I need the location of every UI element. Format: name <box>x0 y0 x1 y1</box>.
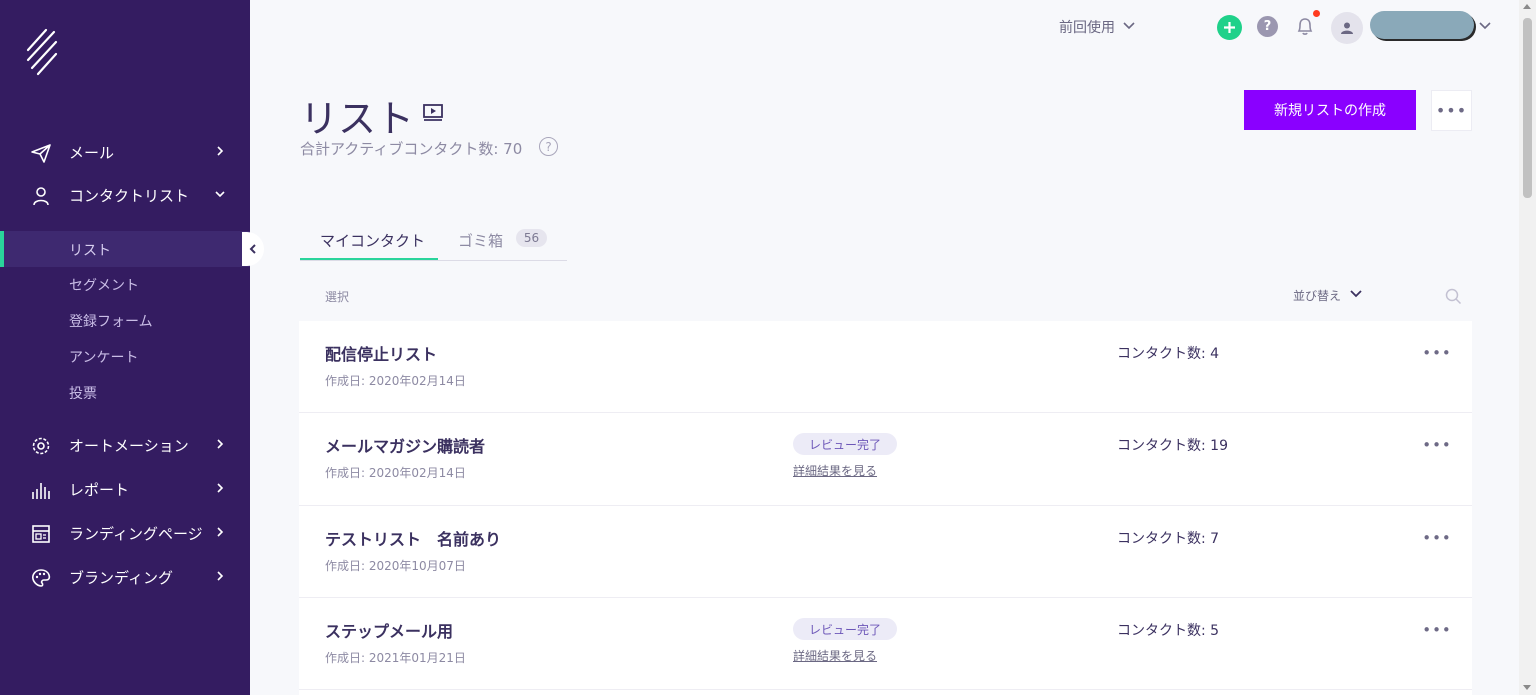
help-button[interactable]: ? <box>1257 16 1278 37</box>
chevron-down-icon[interactable] <box>1479 22 1491 30</box>
list-row[interactable]: ステップメール用 作成日: 2021年01月21日 レビュー完了 詳細結果を見る… <box>299 598 1472 690</box>
landing-page-icon <box>30 523 52 545</box>
list-row[interactable]: テストリスト 名前あり 作成日: 2020年10月07日 コンタクト数: 7 •… <box>299 506 1472 598</box>
trash-count-badge: 56 <box>516 229 547 247</box>
avatar[interactable] <box>1331 12 1363 44</box>
list-created-date: 作成日: 2021年01月21日 <box>325 651 466 665</box>
scrollbar[interactable] <box>1519 0 1536 695</box>
chevron-down-icon <box>215 191 225 198</box>
chevron-right-icon <box>217 439 224 449</box>
scrollbar-thumb[interactable] <box>1523 18 1532 198</box>
sidebar-item-label: コンタクトリスト <box>69 187 190 205</box>
plus-icon <box>1224 22 1235 33</box>
more-options-button[interactable]: ••• <box>1431 90 1472 131</box>
sidebar-subitem-lists[interactable]: リスト <box>0 231 250 267</box>
create-list-button[interactable]: 新規リストの作成 <box>1244 90 1416 130</box>
list-name[interactable]: ステップメール用 <box>325 618 453 642</box>
sidebar-item-label: ブランディング <box>69 569 173 587</box>
view-details-link[interactable]: 詳細結果を見る <box>793 647 877 664</box>
sidebar-item-label: ランディングページ <box>69 525 203 543</box>
tab-bar: マイコンタクト ゴミ箱 56 <box>300 222 567 261</box>
question-icon: ? <box>1263 19 1272 34</box>
help-icon[interactable]: ? <box>539 137 558 156</box>
chevron-right-icon <box>217 527 224 537</box>
sidebar-item-mail[interactable]: メール <box>0 134 250 170</box>
sidebar-item-branding[interactable]: ブランディング <box>0 559 250 595</box>
last-used-dropdown[interactable]: 前回使用 <box>1059 17 1135 37</box>
scroll-up-arrow-icon[interactable] <box>1523 4 1531 9</box>
scroll-down-arrow-icon[interactable] <box>1523 685 1531 690</box>
sidebar-subitem-polls[interactable]: 投票 <box>0 374 250 410</box>
person-icon <box>1341 22 1353 34</box>
page-title: リスト <box>300 97 415 141</box>
list-contact-count: コンタクト数: 19 <box>1117 438 1228 454</box>
list-name[interactable]: 配信停止リスト <box>325 341 437 365</box>
palette-icon <box>30 567 52 589</box>
list-name[interactable]: メールマガジン購読者 <box>325 433 485 457</box>
sidebar-item-contacts[interactable]: コンタクトリスト <box>0 177 250 213</box>
gear-icon <box>30 435 52 457</box>
row-more-button[interactable]: ••• <box>1422 620 1451 640</box>
chevron-down-icon <box>1350 290 1362 298</box>
sidebar-item-label: レポート <box>69 481 130 499</box>
notification-dot <box>1313 10 1320 17</box>
bell-icon <box>1297 18 1313 35</box>
sidebar-subitem-signup-forms[interactable]: 登録フォーム <box>0 302 250 338</box>
search-icon[interactable] <box>1445 288 1462 305</box>
sidebar-item-label: オートメーション <box>69 437 189 455</box>
row-more-button[interactable]: ••• <box>1422 528 1451 548</box>
total-active-contacts: 合計アクティブコンタクト数: 70 <box>300 140 523 158</box>
sidebar-subitem-surveys[interactable]: アンケート <box>0 338 250 374</box>
notifications-button[interactable] <box>1294 14 1316 38</box>
sidebar-item-automation[interactable]: オートメーション <box>0 427 250 463</box>
add-button[interactable] <box>1217 15 1242 40</box>
sidebar-item-landing-pages[interactable]: ランディングページ <box>0 515 250 551</box>
chevron-left-icon <box>249 244 256 254</box>
row-more-button[interactable]: ••• <box>1422 343 1451 363</box>
select-toggle[interactable]: 選択 <box>325 288 349 305</box>
review-status-badge: レビュー完了 <box>793 618 897 640</box>
view-details-link[interactable]: 詳細結果を見る <box>793 462 877 479</box>
account-name-redacted[interactable] <box>1370 11 1474 39</box>
list-row[interactable]: メールマガジン購読者 作成日: 2020年02月14日 レビュー完了 詳細結果を… <box>299 413 1472 506</box>
video-tutorial-icon[interactable] <box>422 103 444 121</box>
sidebar-subitem-segments[interactable]: セグメント <box>0 266 250 302</box>
collapse-sidebar-button[interactable] <box>242 232 264 266</box>
list-contact-count: コンタクト数: 4 <box>1117 346 1220 362</box>
contact-lists-table: 配信停止リスト 作成日: 2020年02月14日 コンタクト数: 4 ••• メ… <box>299 321 1472 695</box>
sidebar: メール コンタクトリスト リスト セグメント 登録フォーム アンケート 投票 オ… <box>0 0 250 695</box>
list-row[interactable]: 配信停止リスト 作成日: 2020年02月14日 コンタクト数: 4 ••• <box>299 321 1472 413</box>
person-icon <box>30 185 52 207</box>
sort-dropdown[interactable]: 並び替え <box>1293 287 1362 304</box>
list-created-date: 作成日: 2020年10月07日 <box>325 559 466 573</box>
tab-my-contacts[interactable]: マイコンタクト <box>300 222 438 260</box>
list-created-date: 作成日: 2020年02月14日 <box>325 374 466 388</box>
sidebar-item-label: メール <box>69 144 115 162</box>
sidebar-item-reports[interactable]: レポート <box>0 471 250 507</box>
list-contact-count: コンタクト数: 5 <box>1117 623 1220 639</box>
list-name[interactable]: テストリスト 名前あり <box>325 526 501 550</box>
row-more-button[interactable]: ••• <box>1422 435 1451 455</box>
brand-logo[interactable] <box>24 26 60 78</box>
paper-plane-icon <box>30 142 52 164</box>
chevron-right-icon <box>217 571 224 581</box>
tab-trash[interactable]: ゴミ箱 56 <box>438 222 567 260</box>
list-contact-count: コンタクト数: 7 <box>1117 531 1220 547</box>
chevron-right-icon <box>217 483 224 493</box>
review-status-badge: レビュー完了 <box>793 433 897 455</box>
list-created-date: 作成日: 2020年02月14日 <box>325 466 466 480</box>
chevron-down-icon <box>1123 22 1135 30</box>
chevron-right-icon <box>217 146 224 156</box>
bar-chart-icon <box>30 479 52 501</box>
